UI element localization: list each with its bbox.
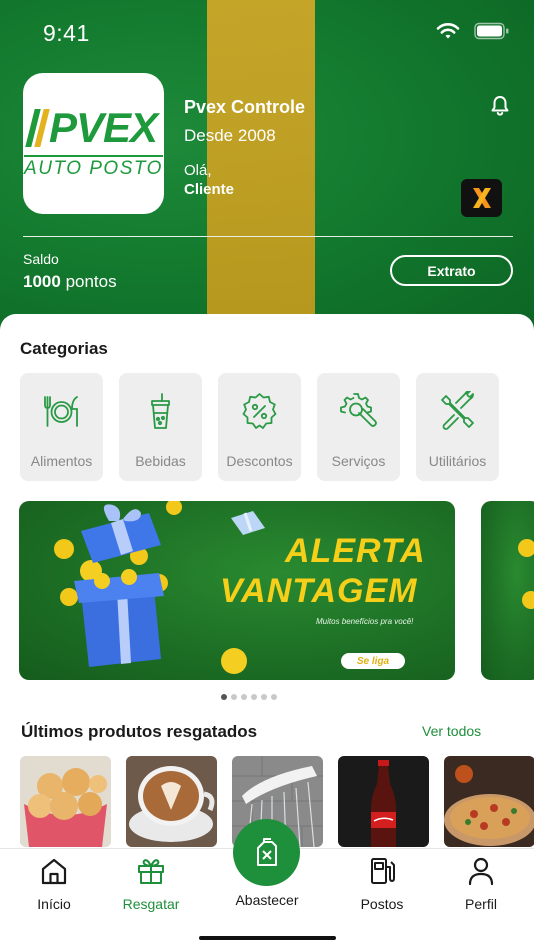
banner-subtitle: Muitos benefícios pra você!	[316, 617, 414, 626]
latte-coffee-image	[126, 756, 217, 847]
category-descontos[interactable]: Descontos	[218, 373, 301, 481]
product-cheese-bread[interactable]	[20, 756, 111, 847]
abastecer-button[interactable]	[233, 819, 300, 886]
balance-points: 1000	[23, 272, 61, 291]
x-app-icon[interactable]	[461, 179, 502, 217]
tools-icon	[441, 391, 474, 430]
tab-label: Início	[37, 896, 71, 912]
tab-label: Perfil	[465, 896, 497, 912]
brand-logo: PVEX AUTO POSTO	[23, 73, 164, 214]
categories-title: Categorias	[20, 339, 108, 358]
product-latte[interactable]	[126, 756, 217, 847]
status-time: 9:41	[43, 20, 90, 46]
tab-label-abastecer[interactable]: Abastecer	[216, 892, 318, 908]
tab-label: Postos	[360, 896, 404, 912]
tab-perfil[interactable]: Perfil	[436, 856, 526, 912]
x-logo-icon	[472, 188, 491, 208]
gift-icon	[138, 859, 164, 884]
brand-since: Desde 2008	[184, 126, 276, 145]
category-alimentos[interactable]: Alimentos	[20, 373, 103, 481]
cheese-bread-image	[20, 756, 111, 847]
brand-title: Pvex Controle	[184, 97, 306, 117]
greeting: Olá,	[184, 162, 212, 179]
tab-inicio[interactable]: Início	[9, 856, 99, 912]
logo-name: PVEX	[48, 104, 158, 151]
logo-bars	[25, 109, 50, 147]
category-label: Serviços	[331, 453, 386, 469]
fuel-pump-icon	[371, 858, 395, 884]
category-label: Alimentos	[30, 453, 93, 469]
pagination-dot[interactable]	[241, 694, 247, 700]
categories-list: Alimentos Bebidas Descontos Serviços Uti…	[20, 373, 499, 481]
coca-cola-bottle-image	[338, 756, 429, 847]
banner-title-line1: ALERTA	[285, 532, 426, 570]
banner-pagination	[221, 694, 277, 700]
header-stripe	[207, 0, 315, 340]
category-label: Utilitários	[428, 453, 487, 469]
plate-cutlery-icon	[44, 396, 78, 427]
see-all-link[interactable]: Ver todos	[422, 723, 481, 739]
tab-resgatar[interactable]: Resgatar	[106, 856, 196, 912]
tab-postos[interactable]: Postos	[337, 856, 427, 912]
pagination-dot[interactable]	[261, 694, 267, 700]
category-bebidas[interactable]: Bebidas	[119, 373, 202, 481]
category-label: Bebidas	[135, 453, 186, 469]
coins-illustration	[518, 539, 534, 609]
header-divider	[23, 236, 513, 237]
home-indicator	[199, 936, 336, 940]
discount-badge-icon	[242, 393, 277, 429]
statement-button[interactable]: Extrato	[390, 255, 513, 286]
product-coca-cola[interactable]	[338, 756, 429, 847]
category-label: Descontos	[226, 453, 293, 469]
category-servicos[interactable]: Serviços	[317, 373, 400, 481]
pizza-image	[444, 756, 534, 847]
pagination-dot[interactable]	[251, 694, 257, 700]
person-icon	[468, 857, 494, 886]
banner-title-line2: VANTAGEM	[220, 572, 418, 610]
bell-icon[interactable]	[488, 94, 512, 118]
promo-banner-next[interactable]	[481, 501, 534, 680]
balance-unit: pontos	[65, 272, 117, 291]
balance-label: Saldo	[23, 251, 59, 267]
balance-value: 1000 pontos	[23, 272, 117, 292]
product-pizza[interactable]	[444, 756, 534, 847]
banner-cta-button[interactable]: Se liga	[341, 653, 405, 669]
home-icon	[41, 858, 67, 885]
tab-label: Resgatar	[122, 896, 180, 912]
battery-icon	[474, 22, 509, 40]
pagination-dot[interactable]	[231, 694, 237, 700]
status-icons	[436, 22, 510, 40]
recent-products-title: Últimos produtos resgatados	[21, 722, 258, 741]
pagination-dot[interactable]	[221, 694, 227, 700]
pagination-dot[interactable]	[271, 694, 277, 700]
drink-cup-icon	[151, 393, 170, 429]
fuel-can-icon	[256, 837, 277, 866]
category-utilitarios[interactable]: Utilitários	[416, 373, 499, 481]
logo-subtitle: AUTO POSTO	[24, 155, 163, 180]
user-name: Cliente	[184, 181, 235, 198]
wifi-icon	[436, 23, 460, 39]
gear-wrench-icon	[340, 393, 377, 427]
